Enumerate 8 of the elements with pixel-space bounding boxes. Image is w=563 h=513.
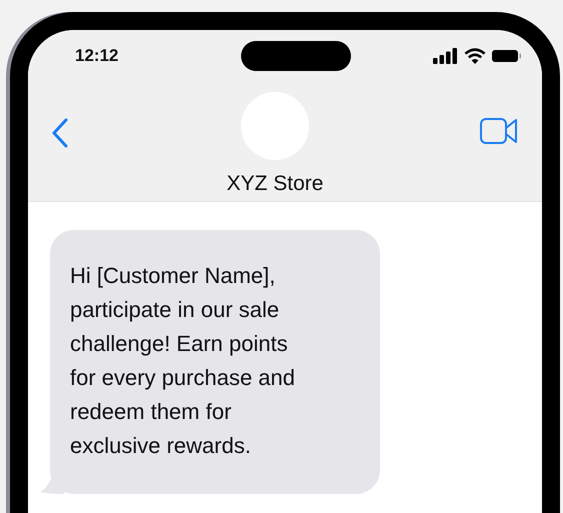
signal-icon bbox=[432, 48, 458, 64]
video-call-icon[interactable] bbox=[480, 118, 518, 144]
message-text: Hi [Customer Name], participate in our sale challenge! Earn points for every purchase and redeem them for exclusive rewards. bbox=[70, 262, 296, 460]
contact-name[interactable]: XYZ Store bbox=[226, 172, 324, 196]
status-time: 12:12 bbox=[75, 46, 118, 66]
battery-icon bbox=[492, 49, 522, 63]
back-icon[interactable] bbox=[50, 118, 70, 148]
wifi-icon bbox=[464, 48, 486, 64]
